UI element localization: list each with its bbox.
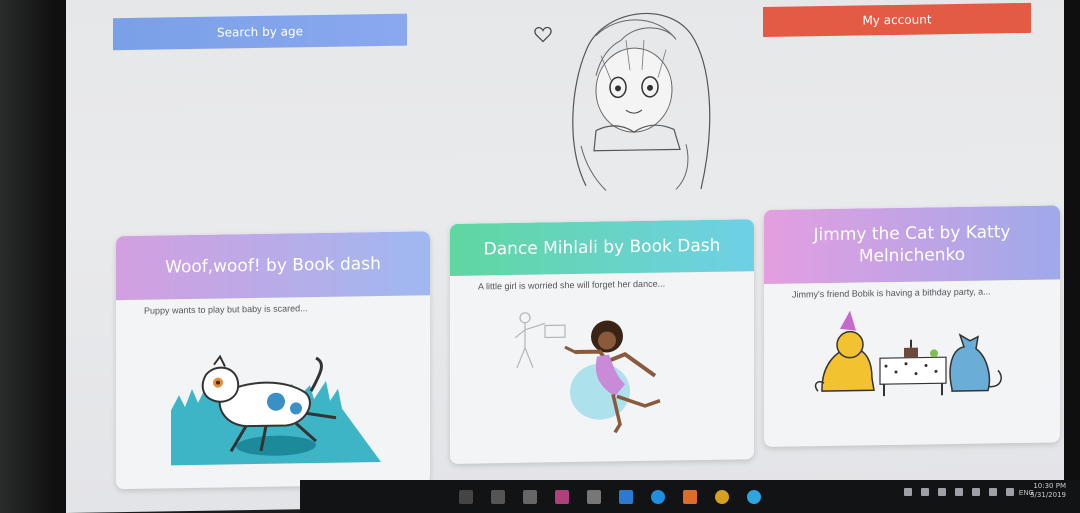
taskbar-telegram-icon[interactable] [747, 489, 761, 504]
puppy-illustration [171, 354, 381, 466]
clock-date: 5/31/2019 [1030, 491, 1066, 499]
windows-taskbar: ENG 10:30 PM 5/31/2019 [300, 480, 1080, 513]
taskbar-edge-icon[interactable] [651, 489, 665, 504]
search-by-age-button[interactable]: Search by age [113, 13, 407, 51]
taskbar-vscode-icon[interactable] [619, 489, 633, 504]
monitor-bezel-right [1064, 0, 1080, 513]
web-page: Search by age My account Woof,woof! by B… [66, 0, 1066, 513]
book-card-woof-woof[interactable]: Woof,woof! by Book dash Puppy wants to p… [116, 231, 430, 490]
card-description: Jimmy's friend Bobik is having a bithday… [792, 286, 991, 300]
clock[interactable]: 10:30 PM 5/31/2019 [1030, 482, 1066, 500]
taskbar-chrome-icon[interactable] [715, 489, 729, 504]
taskbar-terminal-icon[interactable] [587, 489, 601, 504]
card-description: Puppy wants to play but baby is scared..… [144, 303, 308, 316]
taskbar-app-1-icon[interactable] [459, 489, 473, 504]
book-card-dance-mihlali[interactable]: Dance Mihlali by Book Dash A little girl… [450, 219, 754, 464]
taskbar-intellij-icon[interactable] [555, 489, 569, 504]
taskbar-xampp-icon[interactable] [683, 489, 697, 504]
dancing-girl-illustration [514, 312, 661, 434]
card-title: Jimmy the Cat by Katty Melnichenko [764, 205, 1060, 285]
monitor-bezel-left [0, 0, 75, 513]
my-account-button[interactable]: My account [763, 2, 1031, 38]
taskbar-app-3-icon[interactable] [523, 489, 537, 504]
card-description: A little girl is worried she will forget… [478, 278, 666, 292]
cat-party-illustration [814, 310, 1002, 397]
system-tray-icons[interactable] [904, 488, 1014, 496]
taskbar-app-2-icon[interactable] [491, 489, 505, 504]
book-card-jimmy-the-cat[interactable]: Jimmy the Cat by Katty Melnichenko Jimmy… [764, 205, 1060, 448]
card-title: Woof,woof! by Book dash [116, 231, 430, 301]
card-title: Dance Mihlali by Book Dash [450, 219, 754, 276]
clock-time: 10:30 PM [1033, 482, 1066, 490]
anime-girl-illustration [534, 12, 711, 191]
